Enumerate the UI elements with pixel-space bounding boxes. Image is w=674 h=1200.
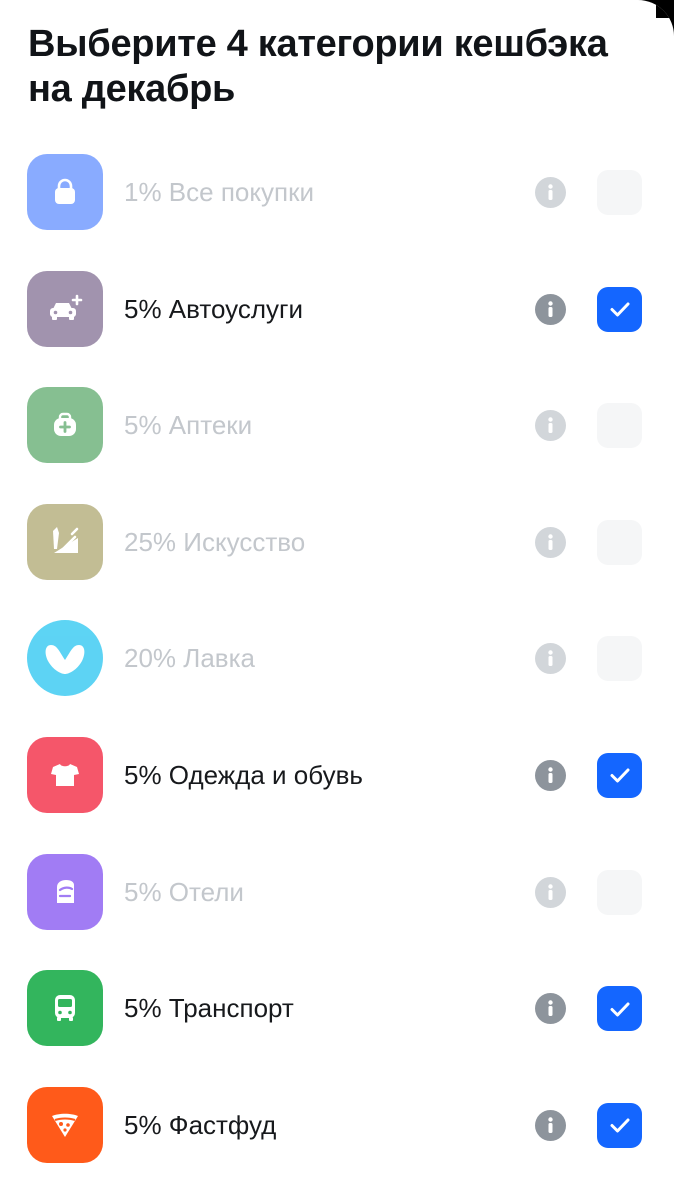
screen-corner bbox=[656, 0, 674, 18]
category-row-lavka[interactable]: 20% Лавка bbox=[0, 620, 674, 737]
category-label: 20% Лавка bbox=[124, 643, 256, 674]
shopping-bag-icon bbox=[27, 154, 103, 230]
info-icon[interactable] bbox=[535, 293, 566, 325]
category-list: 1% Все покупки 5% Автоуслуги 5% Аптеки 2… bbox=[0, 154, 674, 1200]
category-row-fastfood[interactable]: 5% Фастфуд bbox=[0, 1086, 674, 1200]
category-label: 25% Искусство bbox=[124, 526, 306, 557]
hotel-icon bbox=[27, 853, 103, 930]
category-checkbox[interactable] bbox=[597, 1102, 642, 1148]
category-label: 1% Все покупки bbox=[124, 177, 315, 207]
category-row-hotels[interactable]: 5% Отели bbox=[0, 853, 674, 971]
tshirt-icon bbox=[27, 736, 103, 813]
info-icon[interactable] bbox=[535, 876, 566, 908]
bus-icon bbox=[27, 970, 103, 1047]
category-row-auto-services[interactable]: 5% Автоуслуги bbox=[0, 270, 674, 388]
info-icon[interactable] bbox=[535, 759, 566, 791]
page-title: Выберите 4 категории кешбэка на декабрь bbox=[28, 23, 608, 110]
category-checkbox[interactable] bbox=[597, 286, 642, 332]
info-icon[interactable] bbox=[535, 177, 566, 208]
category-checkbox[interactable] bbox=[597, 403, 642, 449]
cashback-category-sheet: Выберите 4 категории кешбэка на декабрь … bbox=[0, 0, 674, 1200]
info-icon[interactable] bbox=[535, 1109, 566, 1141]
lavka-heart-icon bbox=[27, 620, 103, 697]
info-icon[interactable] bbox=[535, 410, 566, 442]
category-checkbox[interactable] bbox=[597, 869, 642, 915]
category-checkbox[interactable] bbox=[597, 986, 642, 1032]
category-checkbox[interactable] bbox=[597, 636, 642, 682]
category-checkbox[interactable] bbox=[597, 519, 642, 565]
category-label: 5% Автоуслуги bbox=[124, 293, 304, 324]
category-label: 5% Отели bbox=[124, 876, 244, 907]
category-row-art[interactable]: 25% Искусство bbox=[0, 503, 674, 621]
info-icon[interactable] bbox=[535, 643, 566, 675]
category-row-all-purchases[interactable]: 1% Все покупки bbox=[0, 154, 674, 271]
category-checkbox[interactable] bbox=[597, 170, 642, 215]
category-label: 5% Аптеки bbox=[124, 410, 253, 441]
art-supplies-icon bbox=[27, 503, 103, 580]
category-checkbox[interactable] bbox=[597, 752, 642, 798]
category-row-clothes-shoes[interactable]: 5% Одежда и обувь bbox=[0, 736, 674, 854]
car-service-icon bbox=[27, 270, 103, 347]
category-label: 5% Транспорт bbox=[124, 993, 294, 1024]
category-label: 5% Одежда и обувь bbox=[124, 759, 363, 790]
first-aid-kit-icon bbox=[27, 387, 103, 464]
info-icon[interactable] bbox=[535, 993, 566, 1025]
category-row-pharmacies[interactable]: 5% Аптеки bbox=[0, 387, 674, 504]
category-label: 5% Фастфуд bbox=[124, 1109, 277, 1140]
info-icon[interactable] bbox=[535, 526, 566, 558]
category-row-transport[interactable]: 5% Транспорт bbox=[0, 970, 674, 1087]
pizza-icon bbox=[27, 1086, 103, 1163]
